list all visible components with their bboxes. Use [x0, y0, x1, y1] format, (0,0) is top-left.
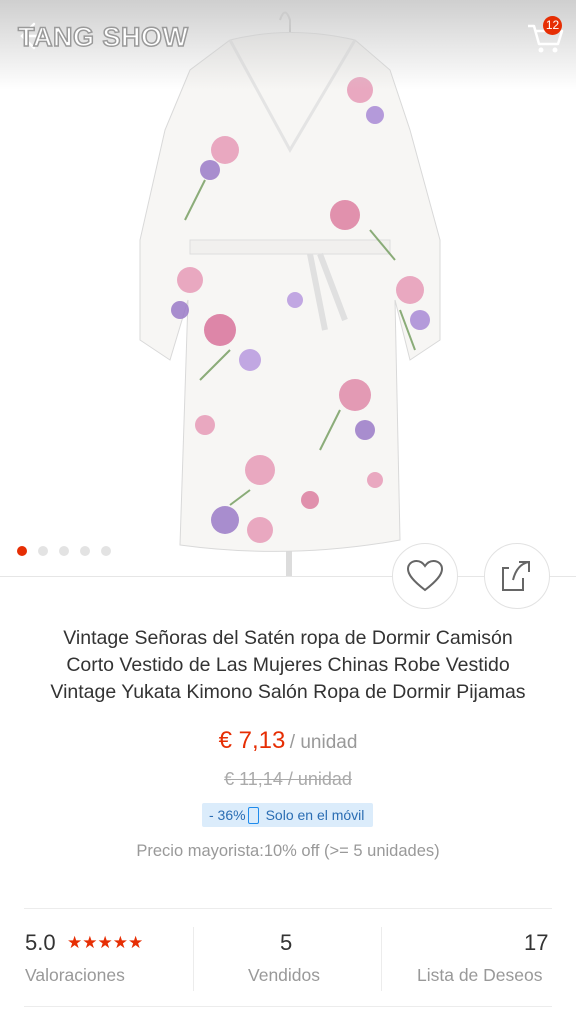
pagination-dot-active[interactable]	[17, 546, 27, 556]
store-brand: TANG SHOW	[17, 21, 189, 53]
sold-label: Vendidos	[248, 965, 321, 985]
wholesale-info: Precio mayorista:10% off (>= 5 unidades)	[136, 842, 440, 860]
share-icon	[502, 561, 530, 591]
pagination-dot[interactable]	[38, 546, 48, 556]
rating-label[interactable]: Valoraciones	[25, 965, 125, 986]
wishlist-label[interactable]: Lista de Deseos	[417, 965, 543, 986]
discount-percent: - 36%	[209, 807, 246, 823]
pagination-dot[interactable]	[80, 546, 90, 556]
price-row: € 7,13 / unidad	[0, 727, 576, 755]
sold-count: 5	[280, 930, 293, 955]
stats-divider-top	[24, 908, 552, 909]
product-gallery[interactable]: TANG SHOW 12	[0, 0, 576, 576]
mobile-only-label: Solo en el móvil	[265, 807, 365, 823]
cart-count-badge: 12	[543, 16, 562, 35]
stats-divider	[381, 927, 382, 991]
gallery-pagination	[17, 546, 111, 556]
mobile-discount-badge: - 36% Solo en el móvil	[202, 803, 373, 827]
pagination-dot[interactable]	[59, 546, 69, 556]
price-unit: / unidad	[289, 732, 358, 753]
original-price: € 11,14 / unidad	[224, 769, 352, 789]
pagination-dot[interactable]	[101, 546, 111, 556]
rating-value: 5.0	[25, 930, 56, 955]
stats-divider	[193, 927, 194, 991]
wishlist-count: 17	[524, 930, 549, 955]
stats-divider-bottom	[24, 1006, 552, 1007]
product-title-line: Vintage Señoras del Satén ropa de Dormir…	[63, 627, 513, 649]
current-price: € 7,13	[218, 727, 286, 754]
product-title-line: Corto Vestido de Las Mujeres Chinas Robe…	[66, 654, 510, 676]
share-button[interactable]	[484, 543, 550, 609]
phone-icon	[247, 806, 259, 824]
product-title-line: Vintage Yukata Kimono Salón Ropa de Dorm…	[50, 681, 526, 703]
heart-icon	[406, 559, 444, 592]
product-title: Vintage Señoras del Satén ropa de Dormir…	[20, 625, 556, 706]
wishlist-button[interactable]	[392, 543, 458, 609]
rating-stars: ★★★★★	[67, 933, 144, 953]
